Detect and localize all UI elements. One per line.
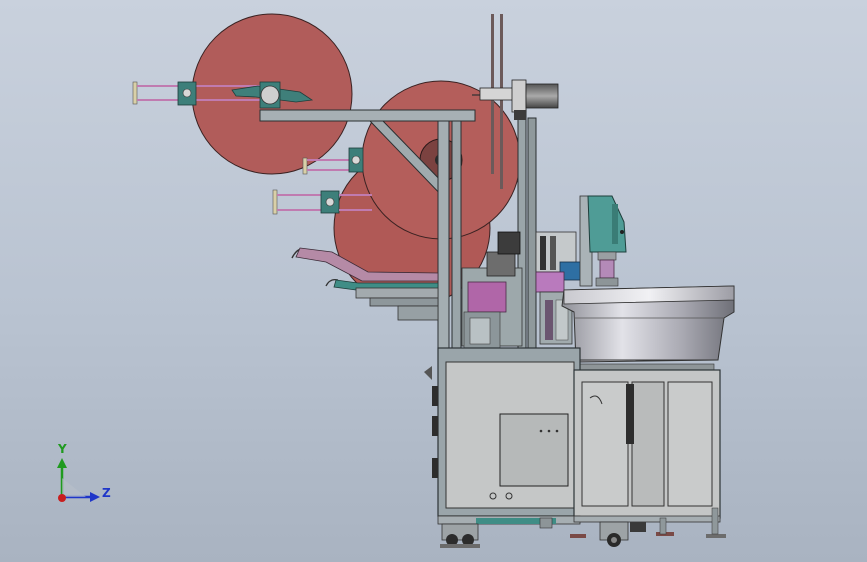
axis-y-label: Y (58, 442, 67, 456)
machine-model[interactable] (0, 0, 867, 562)
bowl-stand (573, 369, 721, 519)
main-cabinet (424, 347, 581, 517)
feeder-head (587, 195, 627, 287)
vibratory-bowl (561, 285, 735, 373)
axis-z-label: Z (102, 486, 111, 500)
cad-viewport[interactable]: Y Z (0, 0, 867, 562)
axis-triad (57, 458, 100, 502)
